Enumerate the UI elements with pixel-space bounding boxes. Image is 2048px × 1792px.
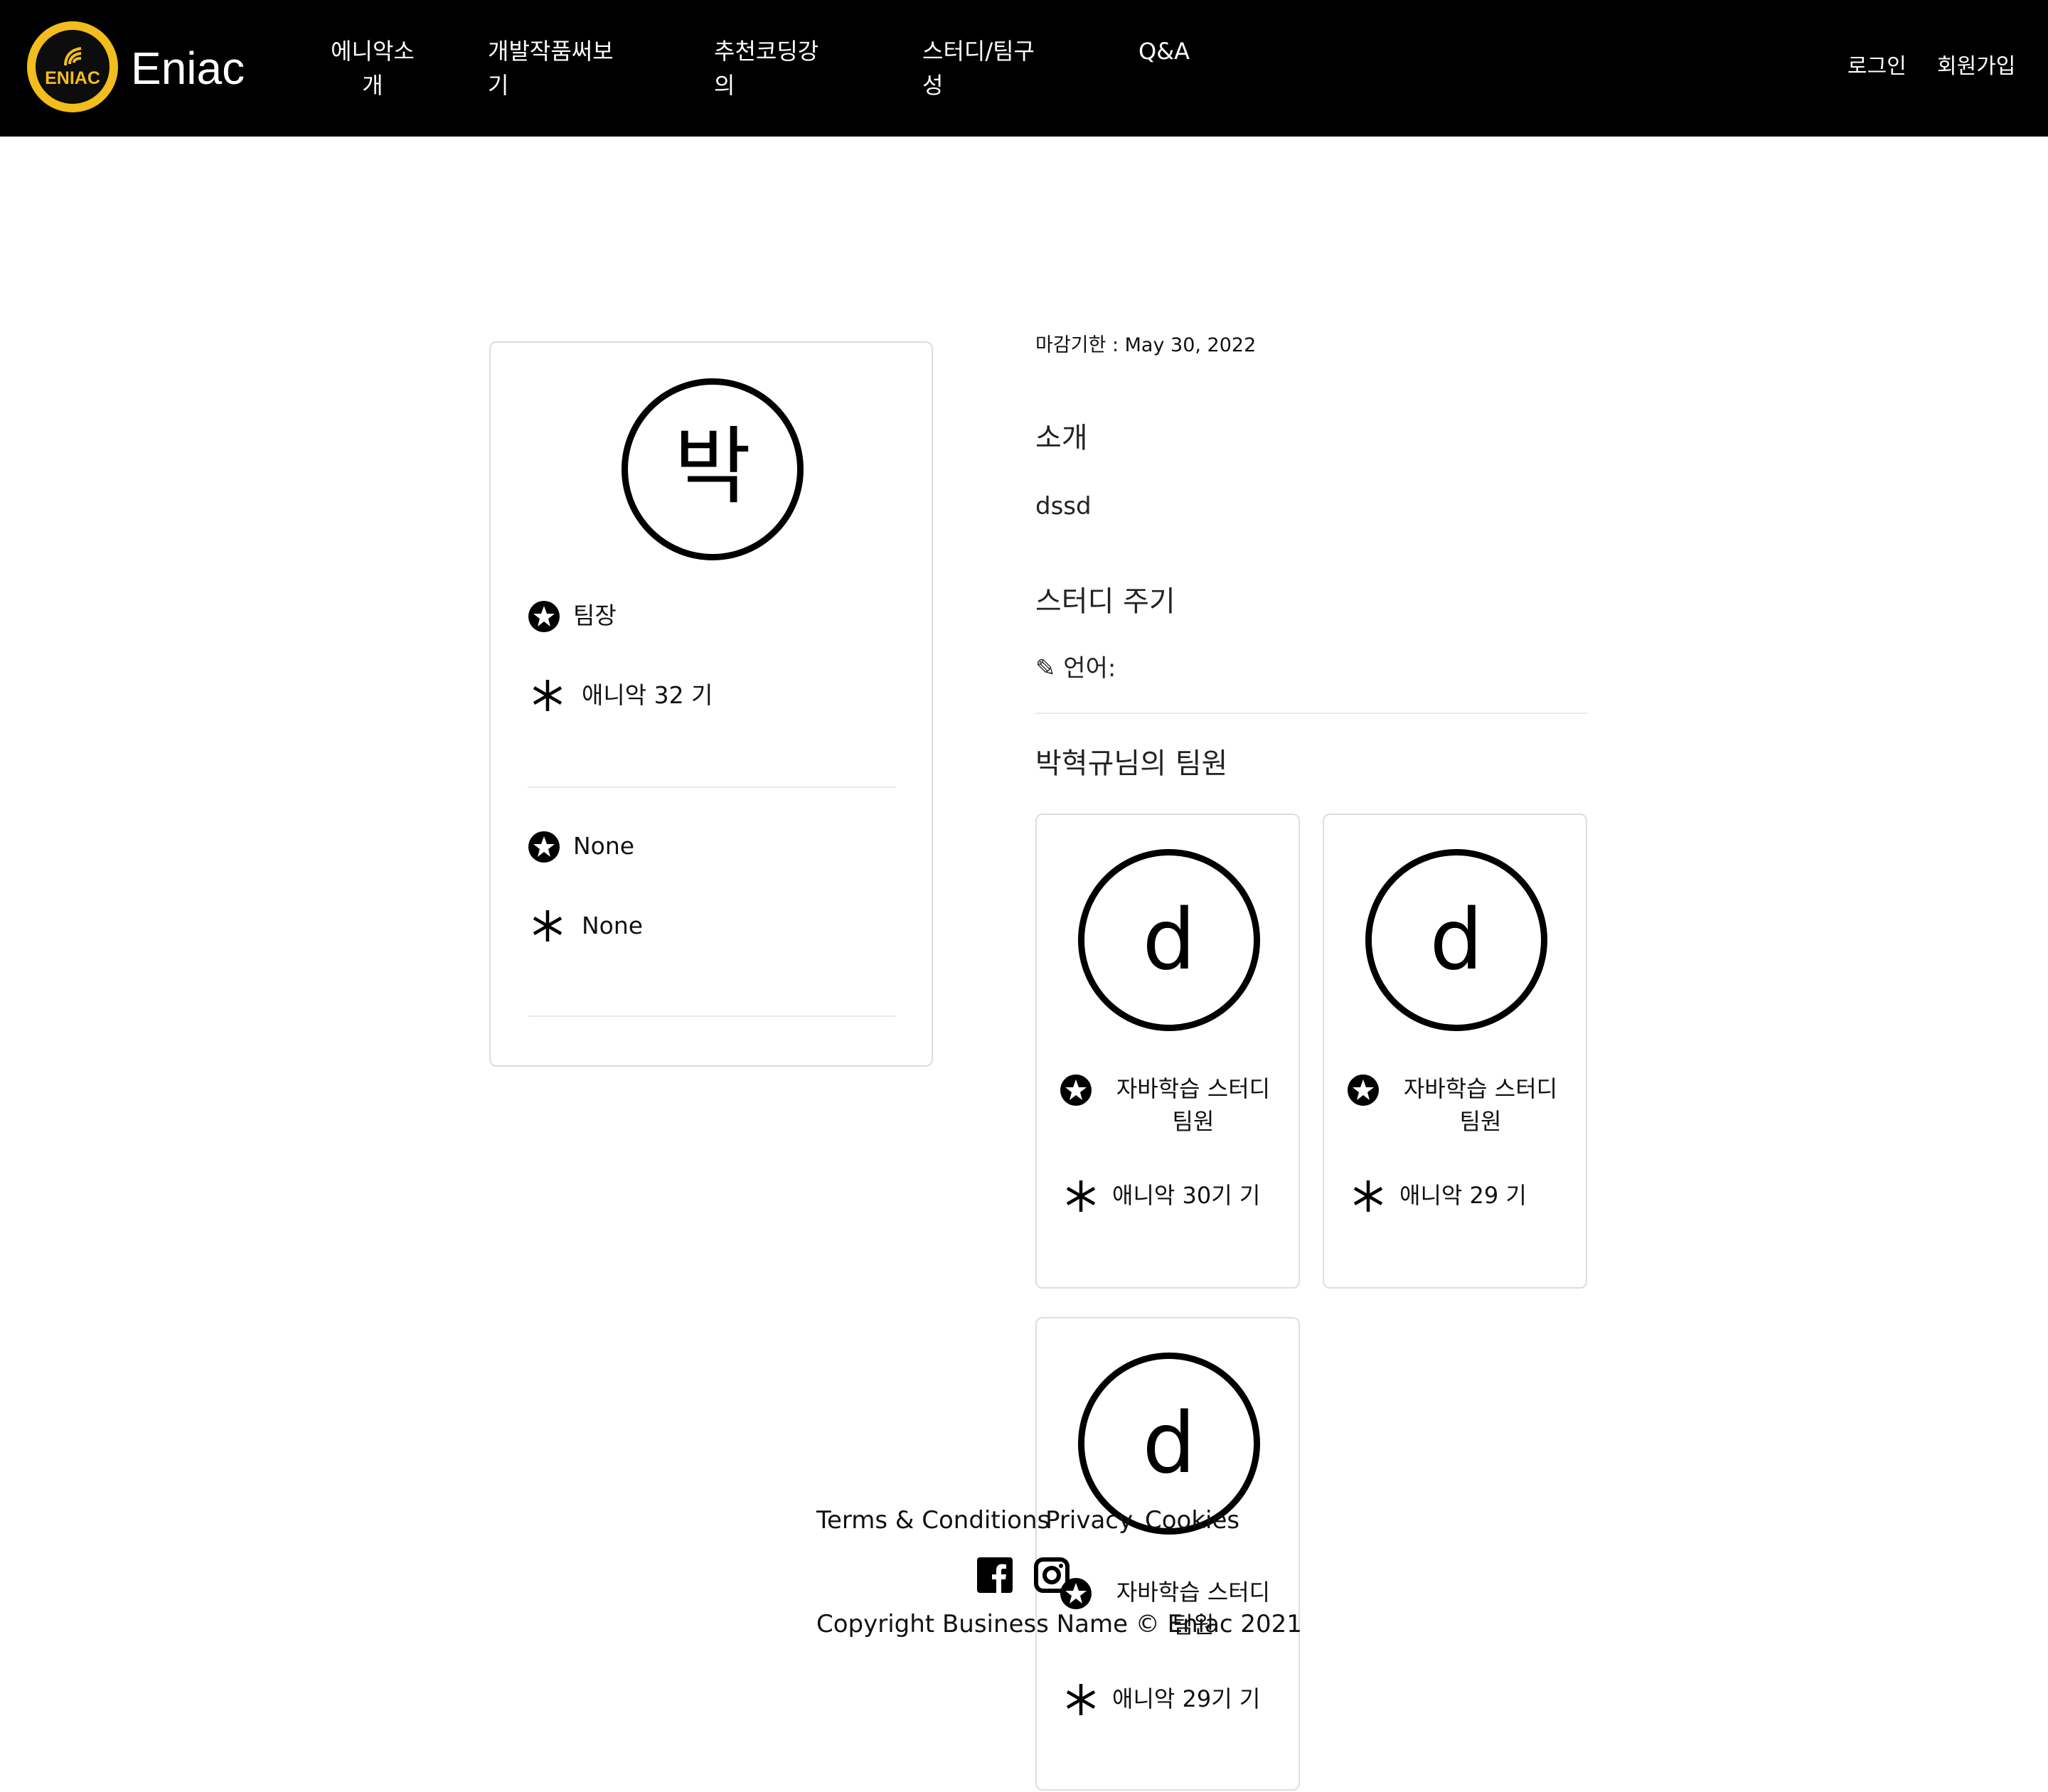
leader-extra-generation: None (582, 912, 644, 939)
brand-name[interactable]: Eniac (131, 41, 245, 95)
member-generation: 애니악 29기 기 (1112, 1685, 1261, 1712)
intro-text: dssd (1035, 492, 1092, 521)
member-card[interactable]: d 자바학습 스터디 팀원 애니악 30기 기 (1035, 814, 1300, 1289)
nav-link-portfolio[interactable]: 개발작품써보 기 (488, 34, 614, 102)
footer-terms-link[interactable]: Terms & Conditions (816, 1503, 1050, 1537)
member-role: 자바학습 스터디 팀원 (1116, 1075, 1271, 1135)
asterisk-icon (533, 680, 562, 711)
star-circle-icon (1348, 1074, 1379, 1106)
member-card[interactable]: d 자바학습 스터디 팀원 애니악 29 기 (1323, 814, 1587, 1289)
logo-wing-icon (64, 47, 82, 66)
logo-text: ENIAC (45, 68, 100, 88)
signup-link[interactable]: 회원가입 (1937, 51, 2015, 82)
nav-link-qna[interactable]: Q&A (1138, 34, 1190, 68)
member-role: 자바학습 스터디 팀원 (1403, 1075, 1558, 1135)
nav-link-about[interactable]: 에니악소 개 (330, 34, 415, 102)
member-card[interactable]: d 자바학습 스터디 팀원 애니악 29기 기 (1035, 1317, 1300, 1791)
logo[interactable]: ENIAC (27, 21, 118, 112)
language-label: ✎ 언어: (1035, 654, 1116, 683)
nav-link-study[interactable]: 스터디/팀구 성 (922, 34, 1035, 102)
divider (528, 1015, 896, 1017)
footer-cookies-link[interactable]: Cookies (1145, 1503, 1239, 1537)
member-avatar: d (1365, 849, 1547, 1031)
divider (528, 786, 896, 788)
navbar: ENIAC Eniac 에니악소 개 개발작품써보 기 추천코딩강 의 스터디/… (0, 0, 2048, 137)
leader-card: 박 팀장 애니악 32 기 None None (489, 341, 933, 1067)
nav-link-lectures[interactable]: 추천코딩강 의 (714, 34, 818, 102)
asterisk-icon (533, 910, 562, 942)
member-generation: 애니악 29 기 (1399, 1182, 1527, 1209)
leader-role: 팀장 (573, 602, 617, 629)
leader-extra-role: None (573, 832, 635, 860)
intro-title: 소개 (1035, 422, 1088, 454)
logo-badge: ENIAC (36, 30, 110, 104)
star-circle-icon (1060, 1074, 1092, 1106)
instagram-icon[interactable] (1034, 1557, 1070, 1593)
divider (1035, 713, 1587, 714)
asterisk-icon (1066, 1180, 1096, 1212)
footer-privacy-link[interactable]: Privacy (1045, 1503, 1133, 1537)
facebook-icon[interactable] (977, 1557, 1013, 1593)
member-generation: 애니악 30기 기 (1112, 1182, 1261, 1209)
asterisk-icon (1353, 1180, 1383, 1212)
login-link[interactable]: 로그인 (1847, 51, 1906, 82)
asterisk-icon (1066, 1684, 1096, 1715)
star-circle-icon (528, 831, 560, 863)
leader-avatar: 박 (622, 378, 804, 560)
footer-copyright: Copyright Business Name © Eniac 2021 (816, 1610, 1302, 1638)
leader-generation: 애니악 32 기 (582, 681, 713, 709)
deadline: 마감기한 : May 30, 2022 (1035, 334, 1257, 356)
member-avatar: d (1078, 849, 1260, 1031)
period-title: 스터디 주기 (1035, 585, 1175, 618)
members-title: 박혁규님의 팀원 (1035, 747, 1228, 780)
star-circle-icon (528, 601, 560, 632)
